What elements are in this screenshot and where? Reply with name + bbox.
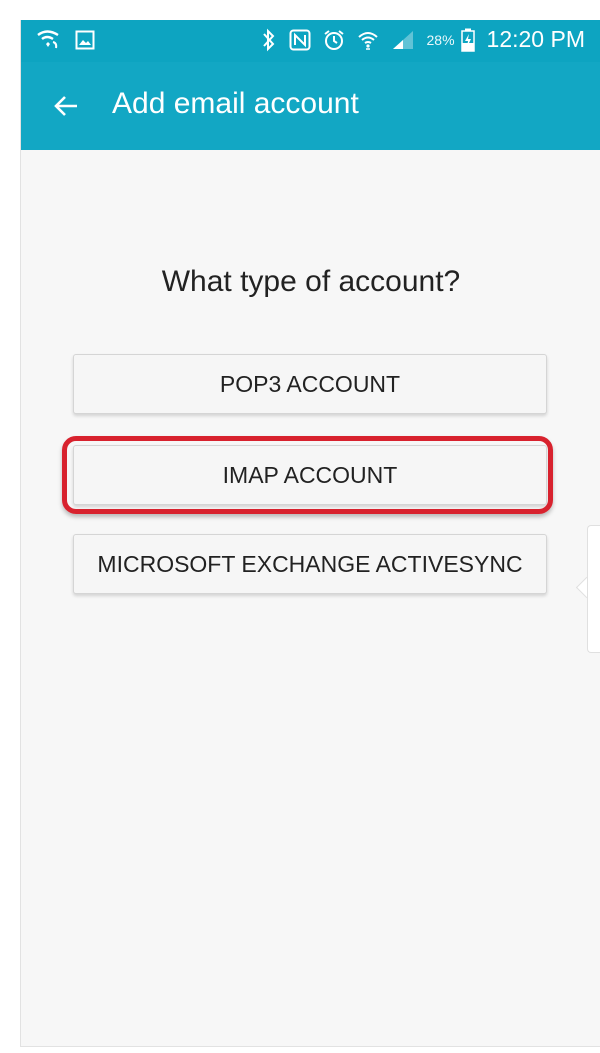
nfc-icon — [289, 29, 311, 51]
page-title: Add email account — [112, 87, 359, 120]
account-type-question: What type of account? — [161, 265, 461, 298]
pop3-account-button[interactable]: POP3 ACCOUNT — [73, 354, 547, 414]
phone-screen: 28% 12:20 PM Add email account What type… — [20, 20, 600, 1047]
status-clock: 12:20 PM — [486, 26, 585, 52]
screenshot-page: 28% 12:20 PM Add email account What type… — [0, 0, 600, 1053]
wifi-icon — [357, 29, 379, 51]
imap-account-button[interactable]: IMAP ACCOUNT — [73, 445, 547, 505]
status-right-icons: 28% 12:20 PM — [261, 26, 585, 53]
status-bar: 28% 12:20 PM — [21, 20, 600, 62]
battery-percent: 28% — [426, 31, 455, 48]
exchange-activesync-button[interactable]: MICROSOFT EXCHANGE ACTIVESYNC — [73, 534, 547, 594]
arrow-left-icon[interactable] — [49, 89, 83, 123]
side-tab — [587, 525, 600, 653]
wifi-calling-icon — [35, 29, 61, 51]
battery-icon — [460, 28, 475, 52]
app-bar: Add email account — [21, 62, 600, 150]
bluetooth-icon — [261, 27, 277, 53]
image-icon — [75, 30, 95, 50]
alarm-icon — [323, 29, 345, 51]
signal-icon — [391, 29, 415, 51]
status-left-icons — [35, 29, 95, 51]
